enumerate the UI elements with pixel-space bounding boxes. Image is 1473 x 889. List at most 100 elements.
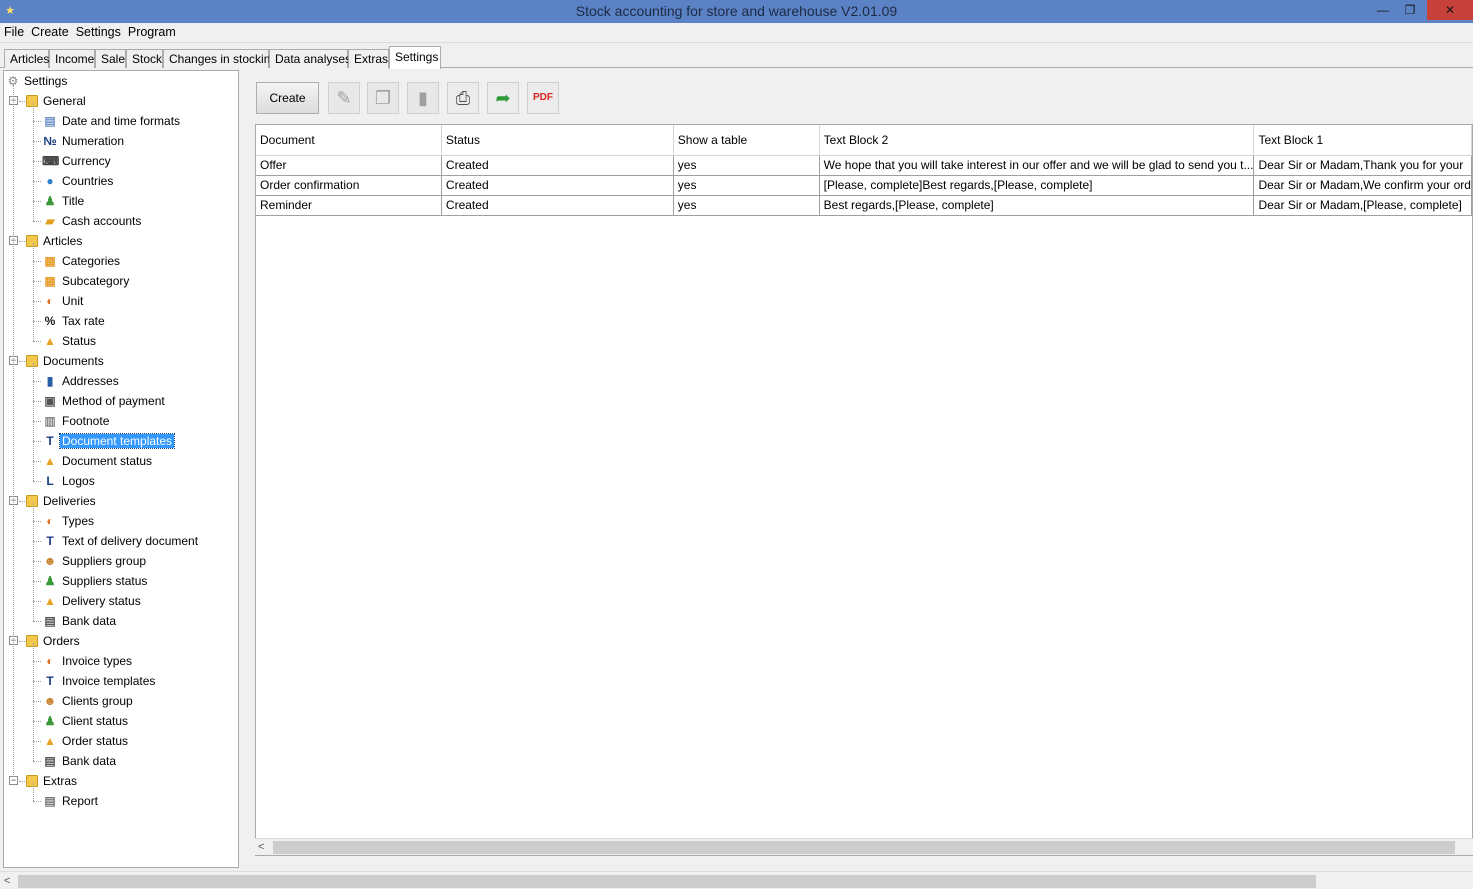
tab-sale[interactable]: Sale bbox=[95, 49, 126, 68]
tree-item-suppliers-group[interactable]: ☻ Suppliers group bbox=[4, 551, 238, 571]
tree-item-document-status[interactable]: ▲ Document status bbox=[4, 451, 238, 471]
tree-item-invoice-templates[interactable]: T Invoice templates bbox=[4, 671, 238, 691]
scroll-left-arrow-icon[interactable]: < bbox=[4, 873, 10, 889]
tree-item-method-of-payment[interactable]: ▣ Method of payment bbox=[4, 391, 238, 411]
tab-data-analyses[interactable]: Data analyses bbox=[269, 49, 351, 68]
column-header-text-block-1[interactable]: Text Block 1 bbox=[1253, 125, 1472, 156]
tab-extras[interactable]: Extras bbox=[348, 49, 389, 68]
cell-text-block-2[interactable]: Best regards,[Please, complete] bbox=[819, 195, 1255, 216]
tree-item-cash-accounts[interactable]: ▰ Cash accounts bbox=[4, 211, 238, 231]
tree-item-label: Document status bbox=[62, 454, 153, 468]
tree-item-footnote[interactable]: ▥ Footnote bbox=[4, 411, 238, 431]
table-row[interactable]: Order confirmation Created yes [Please, … bbox=[256, 175, 1472, 196]
cell-status[interactable]: Created bbox=[441, 195, 674, 216]
tree-item-logos[interactable]: L Logos bbox=[4, 471, 238, 491]
tree-item-numeration[interactable]: № Numeration bbox=[4, 131, 238, 151]
tab-stock[interactable]: Stock bbox=[126, 49, 163, 68]
tree-item-date-and-time-formats[interactable]: ▤ Date and time formats bbox=[4, 111, 238, 131]
tree-item-types[interactable]: ◐ Types bbox=[4, 511, 238, 531]
cell-text-block-2[interactable]: [Please, complete]Best regards,[Please, … bbox=[819, 175, 1255, 196]
delete-button[interactable]: ▮ bbox=[407, 82, 439, 114]
window-title: Stock accounting for store and warehouse… bbox=[575, 3, 898, 19]
tree-item-report[interactable]: ▤ Report bbox=[4, 791, 238, 811]
tree-item-client-status[interactable]: ♟ Client status bbox=[4, 711, 238, 731]
export-icon: ➦ bbox=[495, 88, 511, 108]
tree-connector bbox=[33, 363, 34, 481]
window-horizontal-scrollbar[interactable]: < bbox=[0, 871, 1473, 889]
scrollbar-thumb[interactable] bbox=[18, 875, 1316, 888]
cell-text-block-1[interactable]: Dear Sir or Madam,We confirm your ord bbox=[1253, 175, 1472, 196]
tree-item-label: Invoice types bbox=[62, 654, 133, 668]
scrollbar-thumb[interactable] bbox=[273, 841, 1455, 854]
close-button[interactable]: ✕ bbox=[1427, 0, 1473, 20]
cell-show-a-table[interactable]: yes bbox=[673, 155, 820, 176]
tree-item-unit[interactable]: ◐ Unit bbox=[4, 291, 238, 311]
menu-file[interactable]: File bbox=[0, 23, 27, 42]
tab-settings[interactable]: Settings bbox=[389, 46, 441, 69]
cell-document[interactable]: Offer bbox=[256, 155, 442, 176]
cell-text-block-1[interactable]: Dear Sir or Madam,Thank you for your bbox=[1253, 155, 1472, 176]
table-row[interactable]: Reminder Created yes Best regards,[Pleas… bbox=[256, 195, 1472, 216]
print-button[interactable]: ⎙ bbox=[447, 82, 479, 114]
tree-item-bank-data[interactable]: ▤ Bank data bbox=[4, 611, 238, 631]
tree-item-categories[interactable]: ▦ Categories bbox=[4, 251, 238, 271]
edit-button[interactable]: ✎ bbox=[328, 82, 360, 114]
tree-group-extras[interactable]: − Extras bbox=[4, 771, 238, 791]
minimize-button[interactable]: — bbox=[1370, 0, 1396, 20]
tab-income[interactable]: Income bbox=[49, 49, 95, 68]
column-header-document[interactable]: Document bbox=[256, 125, 442, 156]
column-header-show-a-table[interactable]: Show a table bbox=[673, 125, 820, 156]
copy-button[interactable]: ❐ bbox=[367, 82, 399, 114]
tree-item-addresses[interactable]: ▮ Addresses bbox=[4, 371, 238, 391]
tree-item-invoice-types[interactable]: ◐ Invoice types bbox=[4, 651, 238, 671]
cell-document[interactable]: Reminder bbox=[256, 195, 442, 216]
tree-connector bbox=[33, 521, 41, 522]
tree-item-document-templates[interactable]: T Document templates bbox=[4, 431, 238, 451]
column-header-status[interactable]: Status bbox=[441, 125, 674, 156]
tree-root-settings[interactable]: ⚙ Settings bbox=[4, 71, 238, 91]
tree-item-suppliers-status[interactable]: ♟ Suppliers status bbox=[4, 571, 238, 591]
tree-group-label: General bbox=[43, 94, 86, 108]
tab-articles[interactable]: Articles bbox=[4, 49, 49, 68]
tree-group-articles[interactable]: − Articles bbox=[4, 231, 238, 251]
cell-status[interactable]: Created bbox=[441, 175, 674, 196]
tab-changes-in-stocking[interactable]: Changes in stocking bbox=[163, 49, 277, 68]
create-button[interactable]: Create bbox=[256, 82, 319, 114]
menu-program[interactable]: Program bbox=[124, 23, 179, 42]
tree-item-delivery-status[interactable]: ▲ Delivery status bbox=[4, 591, 238, 611]
scroll-left-arrow-icon[interactable]: < bbox=[258, 839, 264, 856]
cell-document[interactable]: Order confirmation bbox=[256, 175, 442, 196]
collapse-icon[interactable]: − bbox=[9, 776, 18, 785]
tree-item-currency[interactable]: ⌨ Currency bbox=[4, 151, 238, 171]
tree-item-status[interactable]: ▲ Status bbox=[4, 331, 238, 351]
tree-item-text-of-delivery-document[interactable]: T Text of delivery document bbox=[4, 531, 238, 551]
tree-item-title[interactable]: ♟ Title bbox=[4, 191, 238, 211]
tree-group-general[interactable]: − General bbox=[4, 91, 238, 111]
tree-item-tax-rate[interactable]: % Tax rate bbox=[4, 311, 238, 331]
cell-text-block-1[interactable]: Dear Sir or Madam,[Please, complete] bbox=[1253, 195, 1472, 216]
menu-settings[interactable]: Settings bbox=[72, 23, 124, 42]
tree-item-subcategory[interactable]: ▦ Subcategory bbox=[4, 271, 238, 291]
cell-text-block-2[interactable]: We hope that you will take interest in o… bbox=[819, 155, 1255, 176]
tree-item-label: Report bbox=[62, 794, 99, 808]
menu-create[interactable]: Create bbox=[27, 23, 72, 42]
column-header-text-block-2[interactable]: Text Block 2 bbox=[819, 125, 1255, 156]
cell-show-a-table[interactable]: yes bbox=[673, 195, 820, 216]
tree-item-countries[interactable]: ● Countries bbox=[4, 171, 238, 191]
pdf-button[interactable]: PDF bbox=[527, 82, 559, 114]
tree-connector bbox=[19, 101, 25, 102]
maximize-button[interactable]: ❐ bbox=[1397, 0, 1423, 20]
tree-item-clients-group[interactable]: ☻ Clients group bbox=[4, 691, 238, 711]
tree-group-orders[interactable]: − Orders bbox=[4, 631, 238, 651]
tree-group-deliveries[interactable]: − Deliveries bbox=[4, 491, 238, 511]
cell-status[interactable]: Created bbox=[441, 155, 674, 176]
tree-item-bank-data[interactable]: ▤ Bank data bbox=[4, 751, 238, 771]
tree-item-order-status[interactable]: ▲ Order status bbox=[4, 731, 238, 751]
printer-icon: ⎙ bbox=[455, 88, 471, 108]
table-row[interactable]: Offer Created yes We hope that you will … bbox=[256, 155, 1472, 176]
text-template-icon: T bbox=[46, 674, 54, 688]
export-button[interactable]: ➦ bbox=[487, 82, 519, 114]
cell-show-a-table[interactable]: yes bbox=[673, 175, 820, 196]
tree-group-documents[interactable]: − Documents bbox=[4, 351, 238, 371]
grid-horizontal-scrollbar[interactable]: < bbox=[255, 838, 1473, 855]
